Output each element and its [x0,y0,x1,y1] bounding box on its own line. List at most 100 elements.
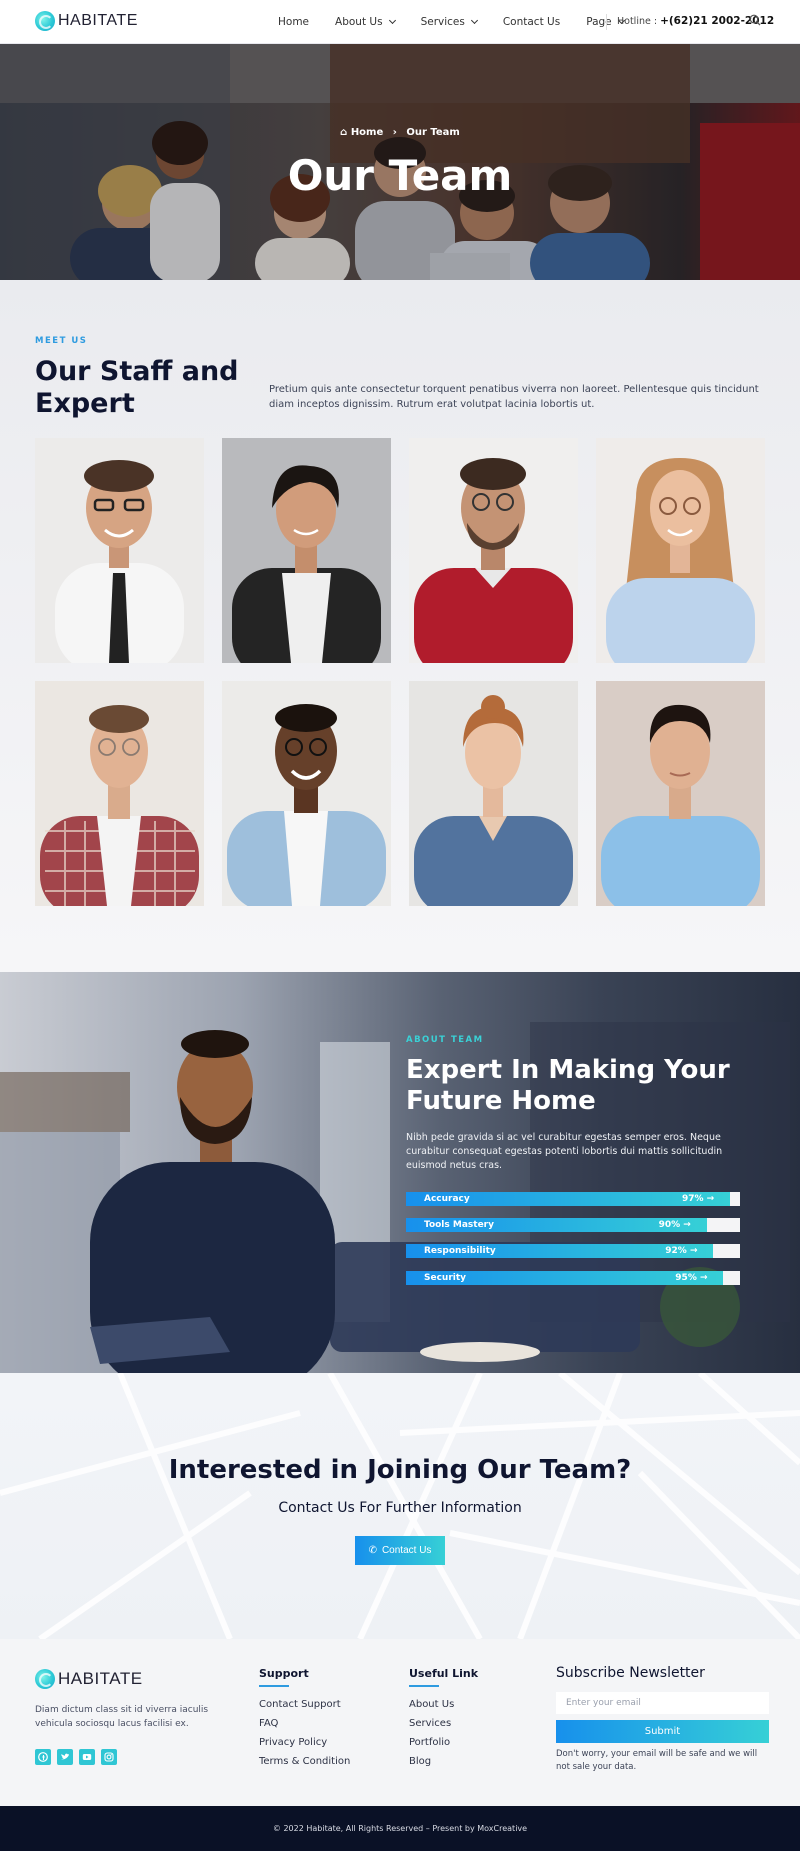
team-member-photo[interactable] [596,681,765,906]
logo-mark-icon [35,1669,55,1689]
skill-value: 90% → [659,1220,691,1230]
skill-value-text: 95% [675,1273,697,1283]
skill-value: 97% → [682,1194,714,1204]
site-logo[interactable]: HABITATE [35,11,138,31]
hero-banner: ⌂ Home › Our Team Our Team [0,43,800,280]
team-member-photo[interactable] [222,681,391,906]
skill-name: Security [424,1273,467,1283]
footer-logo[interactable]: HABITATE [35,1669,143,1689]
footer-logo-text: HABITATE [58,1669,143,1688]
footer-link-privacy-policy[interactable]: Privacy Policy [259,1737,350,1748]
breadcrumb-home[interactable]: Home [351,127,383,138]
menu-label: Contact Us [502,15,561,28]
heading-underline [409,1685,439,1687]
page-title: Our Team [287,151,513,200]
search-icon[interactable] [749,14,761,26]
footer-description: Diam dictum class sit id viverra iaculis… [35,1705,209,1729]
support-heading: Support [259,1667,309,1680]
facebook-icon[interactable] [35,1749,51,1765]
footer-link-portfolio[interactable]: Portfolio [409,1737,478,1748]
twitter-icon[interactable] [57,1749,73,1765]
main-menu: Home About Us Services Contact Us Page [278,0,650,43]
man-glasses-tie-photo [35,438,204,663]
newsletter-email-input[interactable] [556,1692,769,1714]
join-subtitle: Contact Us For Further Information [278,1500,522,1516]
skill-bar-security: Security 95% → [406,1271,740,1285]
team-member-photo[interactable] [409,438,578,663]
menu-item-home[interactable]: Home [278,16,309,28]
team-member-photo[interactable] [35,438,204,663]
home-icon: ⌂ [340,127,348,138]
menu-item-about-us[interactable]: About Us [335,15,396,28]
footer-link-blog[interactable]: Blog [409,1756,478,1767]
about-team-section: ABOUT TEAM Expert In Making Your Future … [0,972,800,1373]
logo-text: HABITATE [58,12,138,29]
newsletter-heading: Subscribe Newsletter [556,1665,705,1681]
footer: HABITATE Diam dictum class sit id viverr… [0,1639,800,1806]
skill-value-text: 97% [681,1194,704,1204]
breadcrumb-separator-icon: › [392,127,397,138]
menu-label: Home [278,15,310,28]
man-denim-shirt-photo [222,681,391,906]
hotline-label: Hotline : [617,16,658,27]
team-eyebrow: MEET US [35,336,88,346]
team-member-photo[interactable] [409,681,578,906]
useful-link-heading: Useful Link [409,1667,479,1680]
footer-link-contact-support[interactable]: Contact Support [259,1699,350,1710]
skill-bar-accuracy: Accuracy 97% → [406,1192,740,1206]
chevron-down-icon [388,16,396,24]
man-plaid-shirt-photo [35,681,204,906]
arrow-right-icon: → [706,1194,715,1204]
menu-item-contact-us[interactable]: Contact Us [503,16,560,28]
contact-us-label: Contact Us [381,1545,432,1556]
social-links [35,1749,117,1765]
footer-link-faq[interactable]: FAQ [259,1718,350,1729]
skill-value: 95% → [675,1273,707,1283]
skill-name: Responsibility [424,1246,496,1256]
menu-label: About Us [335,15,383,28]
breadcrumb: ⌂ Home › Our Team [0,127,800,138]
skill-bar-responsibility: Responsibility 92% → [406,1244,740,1258]
skill-bar-tools-mastery: Tools Mastery 90% → [406,1218,740,1232]
heading-underline [259,1685,289,1687]
phone-icon: ✆ [368,1545,377,1556]
about-eyebrow: ABOUT TEAM [406,1035,484,1045]
woman-denim-jacket-photo [409,681,578,906]
breadcrumb-current: Our Team [406,127,460,138]
footer-support-column: Support Contact Support FAQ Privacy Poli… [259,1667,350,1775]
instagram-icon[interactable] [101,1749,117,1765]
woman-blue-shirt-photo [596,438,765,663]
join-title: Interested in Joining Our Team? [168,1455,632,1485]
copyright-bar: © 2022 Habitate, All Rights Reserved – P… [0,1806,800,1851]
menu-item-services[interactable]: Services [421,16,478,28]
about-title: Expert In Making Your Future Home [406,1055,730,1116]
contact-us-button[interactable]: ✆ Contact Us [355,1536,445,1565]
man-light-blue-tee-photo [596,681,765,906]
skill-name: Accuracy [424,1194,470,1204]
man-red-polo-photo [409,438,578,663]
arrow-right-icon: → [689,1246,698,1256]
newsletter: Subscribe Newsletter Submit Don't worry,… [556,1665,769,1774]
newsletter-submit-button[interactable]: Submit [556,1720,769,1743]
copyright-text: © 2022 Habitate, All Rights Reserved – P… [272,1824,528,1833]
skill-name: Tools Mastery [424,1220,494,1230]
skill-value-text: 92% [665,1246,687,1256]
team-member-photo[interactable] [35,681,204,906]
join-team-cta: Interested in Joining Our Team? Contact … [0,1373,800,1639]
arrow-right-icon: → [683,1220,691,1230]
team-title: Our Staff and Expert [35,356,239,419]
team-section: MEET US Our Staff and Expert Pretium qui… [0,280,800,972]
footer-link-about-us[interactable]: About Us [409,1699,478,1710]
about-description: Nibh pede gravida si ac vel curabitur eg… [406,1132,723,1171]
arrow-right-icon: → [699,1273,708,1283]
footer-link-services[interactable]: Services [409,1718,478,1729]
team-member-photo[interactable] [222,438,391,663]
woman-black-blazer-photo [222,438,391,663]
top-navbar: HABITATE Home About Us Services Contact … [0,0,800,43]
youtube-icon[interactable] [79,1749,95,1765]
team-member-photo[interactable] [596,438,765,663]
skill-value: 92% → [665,1246,697,1256]
newsletter-note: Don't worry, your email will be safe and… [556,1749,758,1772]
footer-link-terms[interactable]: Terms & Condition [259,1756,350,1767]
menu-label: Page [586,15,612,28]
